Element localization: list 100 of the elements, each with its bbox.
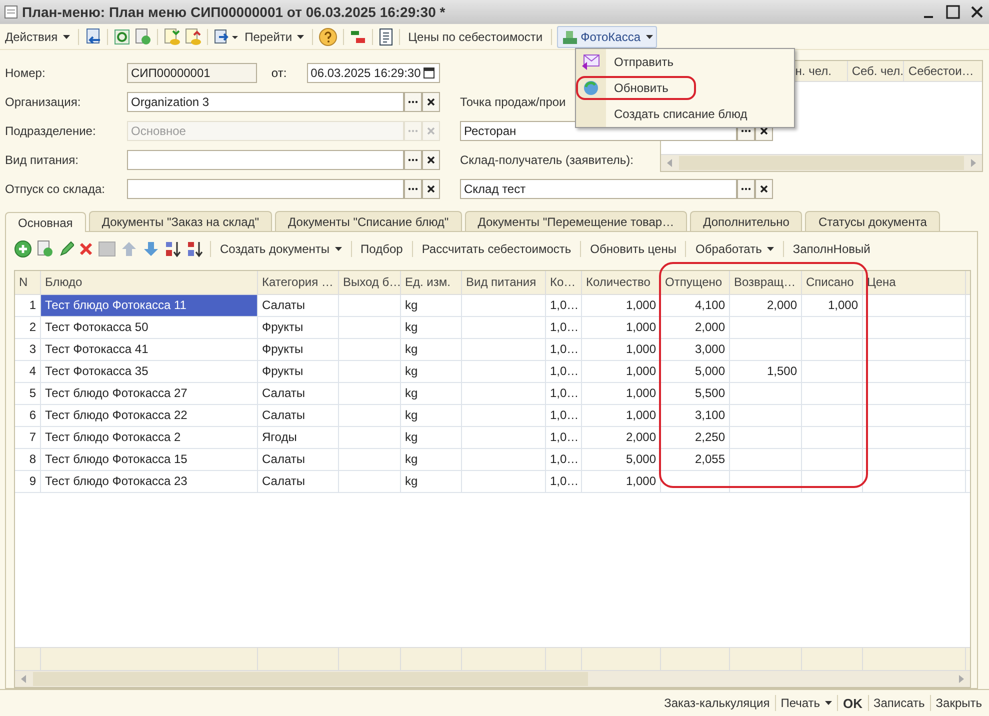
table-cell[interactable]: Салаты — [258, 471, 339, 492]
table-cell[interactable]: 1,500 — [730, 361, 802, 382]
table-cell[interactable]: 2,000 — [730, 295, 802, 316]
calendar-icon[interactable] — [422, 66, 435, 78]
refresh-icon[interactable] — [112, 28, 131, 46]
table-cell[interactable]: 5,000 — [661, 361, 730, 382]
input-field[interactable]: Organization 3 — [127, 92, 404, 112]
table-cell[interactable]: 1,0… — [546, 471, 582, 492]
table-cell[interactable]: 2,250 — [661, 427, 730, 448]
select-button[interactable] — [737, 178, 755, 198]
menu-item[interactable]: Отправить — [576, 49, 794, 75]
table-cell[interactable]: 1,000 — [582, 383, 661, 404]
document-arrow-icon[interactable] — [212, 28, 239, 46]
footer-button[interactable]: Записать — [870, 694, 928, 712]
table-cell[interactable]: Тест Фотокасса 35 — [41, 361, 258, 382]
table-cell[interactable]: kg — [401, 295, 462, 316]
table-cell[interactable]: 2,000 — [582, 427, 661, 448]
table-cell[interactable]: 1,000 — [582, 405, 661, 426]
tab[interactable]: Дополнительно — [690, 211, 802, 231]
toolbar-button[interactable]: Подбор — [358, 240, 406, 258]
help-icon[interactable] — [318, 26, 338, 46]
document-plus-icon[interactable] — [134, 28, 152, 46]
table-cell[interactable]: Тест блюдо Фотокасса 2 — [41, 427, 258, 448]
document-coins-icon[interactable] — [184, 28, 202, 46]
table-cell[interactable]: Тест Фотокасса 50 — [41, 317, 258, 338]
table-cell[interactable]: Тест блюдо Фотокасса 15 — [41, 449, 258, 470]
tab[interactable]: Статусы документа — [805, 211, 940, 231]
column-header[interactable]: Блюдо — [41, 271, 258, 294]
document-plus-icon[interactable] — [36, 240, 54, 258]
table-cell[interactable]: 7 — [15, 427, 41, 448]
table-cell[interactable]: 8 — [15, 449, 41, 470]
sort-descending-icon[interactable] — [186, 240, 204, 258]
table-cell[interactable]: 4 — [15, 361, 41, 382]
tab[interactable]: Документы "Списание блюд" — [275, 211, 462, 231]
table-cell[interactable]: 1,0… — [546, 295, 582, 316]
input-field[interactable] — [127, 150, 404, 170]
table-cell[interactable]: Тест блюдо Фотокасса 11 — [41, 295, 258, 316]
table-cell[interactable]: Тест блюдо Фотокасса 27 — [41, 383, 258, 404]
toolbar-button[interactable]: Обновить цены — [587, 240, 680, 258]
column-header[interactable]: Количество — [582, 271, 661, 294]
table-cell[interactable]: 5 — [15, 383, 41, 404]
cost-prices-button[interactable]: Цены по себестоимости — [405, 28, 546, 46]
column-header[interactable]: Отпущено — [661, 271, 730, 294]
footer-button[interactable]: Заказ-калькуляция — [661, 694, 773, 712]
column-header[interactable]: Цена — [863, 271, 966, 294]
table-cell[interactable]: 1,0… — [546, 317, 582, 338]
table-cell[interactable]: 1,000 — [802, 295, 863, 316]
table-cell[interactable]: Тест Фотокасса 41 — [41, 339, 258, 360]
toolbar-button[interactable]: Создать документы — [217, 240, 345, 258]
input-field[interactable] — [127, 178, 404, 198]
table-cell[interactable]: Фрукты — [258, 339, 339, 360]
column-header[interactable]: Возвращ… — [730, 271, 802, 294]
select-button[interactable] — [404, 178, 422, 198]
pencil-icon[interactable] — [58, 240, 74, 258]
table-cell[interactable]: 1,000 — [582, 361, 661, 382]
column-header[interactable]: Себестои… — [903, 61, 982, 81]
table-cell[interactable]: 1,0… — [546, 427, 582, 448]
table-cell[interactable]: kg — [401, 361, 462, 382]
table-cell[interactable]: 1,000 — [582, 339, 661, 360]
table-cell[interactable]: Тест блюдо Фотокасса 22 — [41, 405, 258, 426]
table-cell[interactable]: 2,000 — [661, 317, 730, 338]
table-cell[interactable]: Салаты — [258, 405, 339, 426]
table-cell[interactable]: 3 — [15, 339, 41, 360]
table-cell[interactable]: 1,000 — [582, 471, 661, 492]
table-cell[interactable]: 2,055 — [661, 449, 730, 470]
photokassa-menu-button[interactable]: ФотоКасса — [556, 26, 657, 48]
column-header[interactable]: н. чел. — [795, 61, 847, 81]
clear-button[interactable] — [422, 92, 440, 112]
tab[interactable]: Основная — [5, 212, 86, 232]
table-cell[interactable]: 1,0… — [546, 405, 582, 426]
toolbar-button[interactable]: Рассчитать себестоимость — [418, 240, 574, 258]
close-icon[interactable] — [969, 4, 985, 20]
table-cell[interactable]: 1,0… — [546, 449, 582, 470]
column-header[interactable]: Ед. изм. — [401, 271, 462, 294]
tab[interactable]: Документы "Заказ на склад" — [88, 211, 272, 231]
table-cell[interactable]: 1,0… — [546, 383, 582, 404]
table-cell[interactable]: 3,000 — [661, 339, 730, 360]
add-icon[interactable] — [14, 240, 32, 258]
table-cell[interactable]: 3,100 — [661, 405, 730, 426]
clear-button[interactable] — [422, 178, 440, 198]
table-cell[interactable]: Фрукты — [258, 317, 339, 338]
column-header[interactable]: Списано — [802, 271, 863, 294]
table-cell[interactable]: Салаты — [258, 449, 339, 470]
table-cell[interactable]: Тест блюдо Фотокасса 23 — [41, 471, 258, 492]
table-cell[interactable]: 9 — [15, 471, 41, 492]
report-icon[interactable] — [378, 28, 394, 46]
toolbar-button[interactable]: Обработать — [692, 240, 777, 258]
table-cell[interactable]: Салаты — [258, 383, 339, 404]
select-button[interactable] — [404, 150, 422, 170]
table-cell[interactable]: 1,0… — [546, 339, 582, 360]
table-cell[interactable]: Ягоды — [258, 427, 339, 448]
tab[interactable]: Документы "Перемещение товар… — [464, 211, 688, 231]
table-cell[interactable]: kg — [401, 383, 462, 404]
footer-button[interactable]: Закрыть — [932, 694, 985, 712]
table-cell[interactable]: kg — [401, 339, 462, 360]
column-header[interactable]: N — [15, 271, 41, 294]
column-header[interactable]: Вид питания — [462, 271, 546, 294]
column-header[interactable]: Себ. чел. — [846, 61, 904, 81]
goto-menu-button[interactable]: Перейти — [242, 28, 308, 46]
table-cell[interactable]: 1,000 — [582, 295, 661, 316]
